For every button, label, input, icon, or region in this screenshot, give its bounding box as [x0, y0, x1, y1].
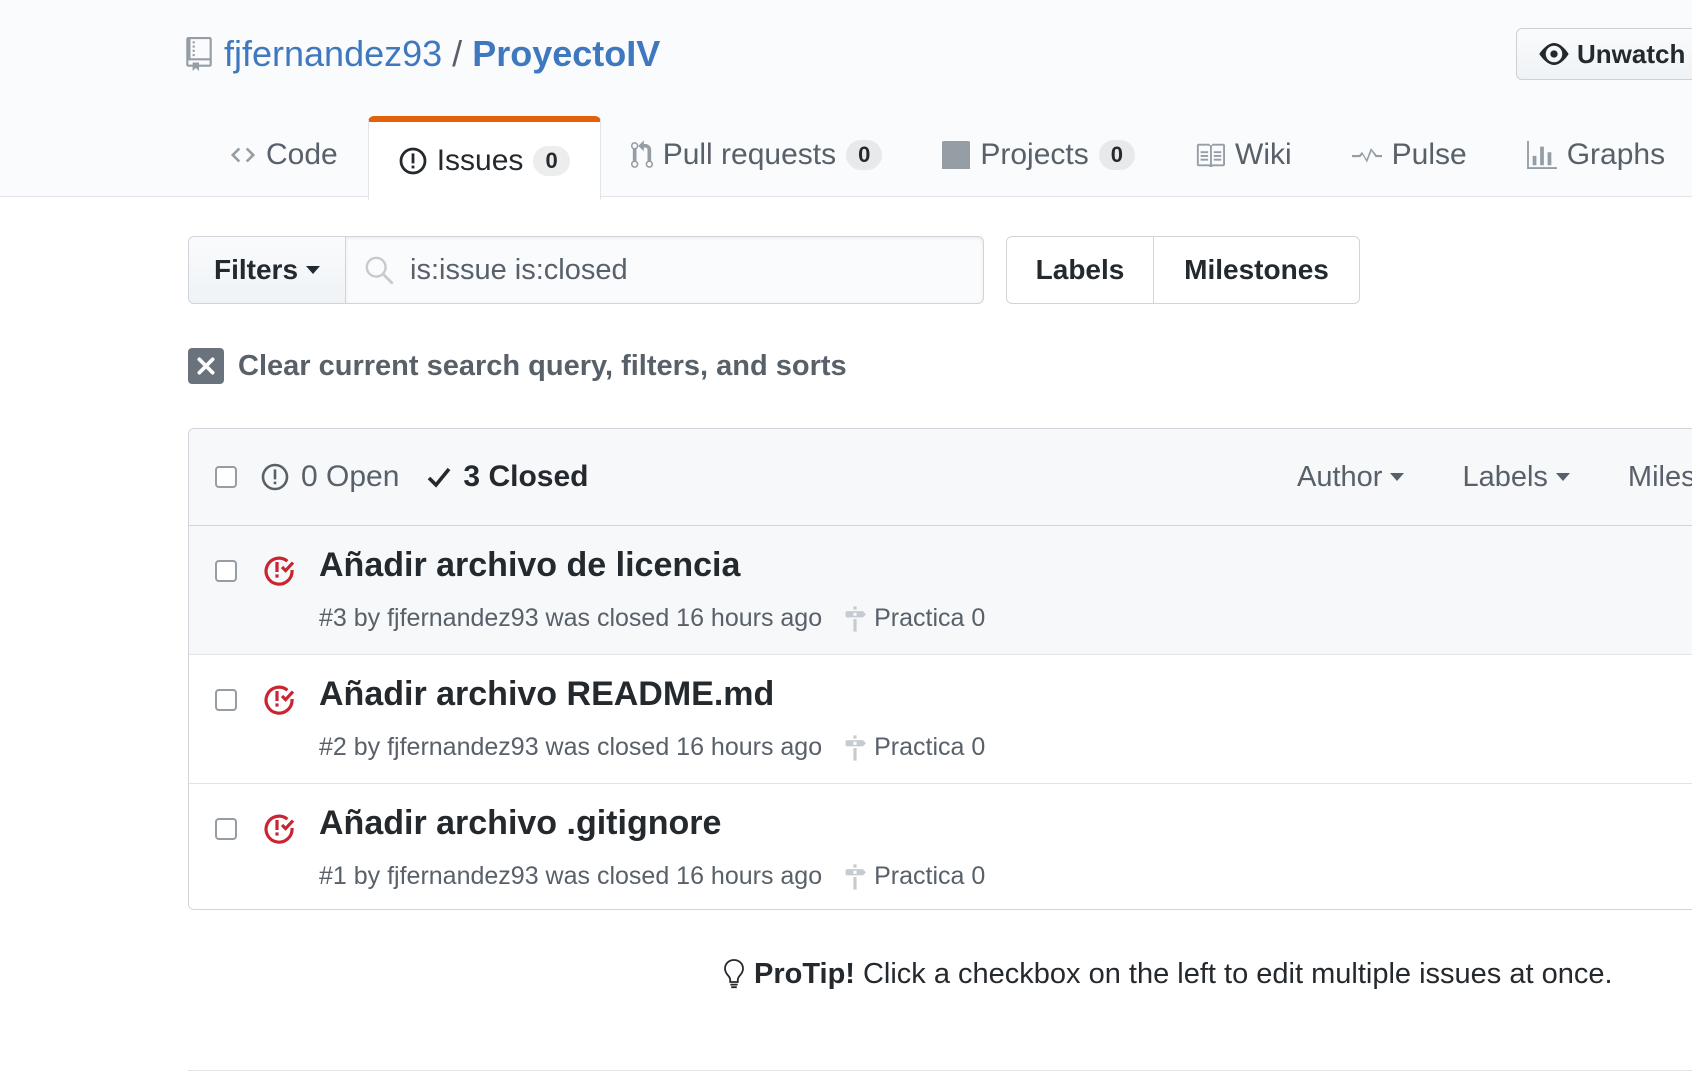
pull-requests-counter: 0 — [846, 140, 883, 170]
git-pull-request-icon — [630, 140, 653, 168]
tab-pull-requests-label: Pull requests — [662, 138, 837, 171]
repo-title: fjfernandez93 / ProyectoIV — [186, 28, 660, 80]
milestones-filter-label: Miles — [1627, 460, 1692, 493]
filters-label: Filters — [213, 254, 299, 285]
search-input[interactable] — [408, 252, 952, 288]
protip-label: ProTip! — [754, 957, 855, 990]
tab-graphs-label: Graphs — [1566, 138, 1666, 171]
filters-dropdown-button[interactable]: Filters — [188, 236, 346, 304]
protip-text: Click a checkbox on the left to edit mul… — [862, 957, 1613, 990]
projects-counter: 0 — [1098, 140, 1135, 170]
issue-closed-icon — [264, 556, 295, 586]
milestone-link[interactable]: Practica 0 — [844, 733, 985, 762]
issues-search — [346, 236, 984, 304]
milestone-label: Practica 0 — [874, 604, 986, 632]
issue-row[interactable]: Añadir archivo README.md #2 by fjfernand… — [189, 655, 1692, 784]
caret-down-icon — [1390, 473, 1405, 481]
clear-search-link[interactable]: Clear current search query, filters, and… — [188, 346, 847, 386]
issues-list-header: 0 Open 3 Closed Author Labels Miles — [189, 429, 1692, 526]
repo-path-separator: / — [452, 33, 463, 74]
issue-closed-icon — [264, 685, 295, 715]
tab-issues[interactable]: Issues 0 — [367, 116, 601, 200]
tab-code-label: Code — [266, 138, 338, 171]
tab-pulse[interactable]: Pulse — [1322, 114, 1497, 196]
milestone-label: Practica 0 — [874, 862, 986, 890]
eye-icon — [1539, 43, 1569, 65]
project-icon — [942, 141, 971, 169]
labels-button[interactable]: Labels — [1006, 236, 1154, 304]
milestones-filter-dropdown[interactable]: Miles — [1628, 461, 1692, 494]
issues-counter: 0 — [533, 145, 570, 176]
caret-down-icon — [306, 266, 321, 274]
labels-milestones-group: Labels Milestones — [1006, 236, 1360, 304]
caret-down-icon — [1555, 473, 1570, 481]
issue-checkbox[interactable] — [215, 818, 237, 840]
issue-title-link[interactable]: Añadir archivo README.md — [319, 675, 774, 714]
issue-closed-icon — [264, 814, 295, 844]
tab-projects-label: Projects — [980, 138, 1089, 171]
issue-checkbox[interactable] — [215, 560, 237, 582]
unwatch-label: Unwatch — [1577, 38, 1686, 69]
protip: ProTip! Click a checkbox on the left to … — [722, 952, 1613, 996]
open-issues-link[interactable]: 0 Open — [261, 460, 399, 494]
repo-icon — [186, 37, 212, 71]
milestone-label: Practica 0 — [874, 733, 986, 761]
issue-checkbox[interactable] — [215, 689, 237, 711]
issue-meta: #1 by fjfernandez93 was closed 16 hours … — [319, 862, 985, 891]
closed-issues-link[interactable]: 3 Closed — [427, 460, 588, 494]
book-icon — [1196, 143, 1225, 167]
closed-issues-label: 3 Closed — [463, 460, 589, 493]
issue-title-link[interactable]: Añadir archivo de licencia — [319, 546, 740, 585]
issue-opened-icon — [261, 463, 289, 491]
issue-meta-text: #2 by fjfernandez93 was closed 16 hours … — [319, 733, 823, 761]
select-all-checkbox[interactable] — [215, 466, 237, 488]
tab-wiki-label: Wiki — [1235, 138, 1292, 171]
issue-meta: #2 by fjfernandez93 was closed 16 hours … — [319, 733, 985, 762]
pulse-icon — [1351, 148, 1382, 163]
repo-nav: Code Issues 0 Pull requests 0 Projects 0… — [200, 114, 1692, 200]
repo-header: fjfernandez93 / ProyectoIV Unwatch Code … — [0, 0, 1692, 200]
tab-projects[interactable]: Projects 0 — [912, 114, 1165, 196]
issue-meta-text: #3 by fjfernandez93 was closed 16 hours … — [319, 604, 823, 632]
issue-state-tabs: 0 Open 3 Closed — [261, 429, 588, 525]
issue-meta-text: #1 by fjfernandez93 was closed 16 hours … — [319, 862, 823, 890]
author-filter-label: Author — [1297, 460, 1383, 493]
tab-pulse-label: Pulse — [1391, 138, 1467, 171]
issue-opened-icon — [399, 147, 427, 174]
tab-code[interactable]: Code — [200, 114, 368, 196]
search-icon — [365, 256, 394, 285]
milestone-icon — [845, 734, 867, 761]
tab-issues-label: Issues — [436, 143, 524, 177]
milestones-button[interactable]: Milestones — [1154, 236, 1360, 304]
repo-owner-link[interactable]: fjfernandez93 — [224, 33, 442, 75]
issue-row[interactable]: Añadir archivo de licencia #3 by fjferna… — [189, 526, 1692, 655]
issue-title-link[interactable]: Añadir archivo .gitignore — [319, 804, 721, 843]
author-filter-dropdown[interactable]: Author — [1297, 460, 1405, 494]
issue-header-filters: Author Labels Miles — [1297, 429, 1692, 525]
tab-pull-requests[interactable]: Pull requests 0 — [601, 114, 913, 196]
clear-search-label: Clear current search query, filters, and… — [238, 349, 847, 382]
close-icon — [188, 348, 224, 384]
milestone-link[interactable]: Practica 0 — [844, 604, 985, 633]
issues-list-box: 0 Open 3 Closed Author Labels Miles Añad… — [188, 428, 1692, 910]
light-bulb-icon — [724, 959, 744, 989]
tab-wiki[interactable]: Wiki — [1165, 114, 1322, 196]
filters-search-group: Filters — [188, 236, 984, 304]
footer-divider — [188, 1070, 1692, 1071]
open-issues-label: 0 Open — [301, 460, 400, 493]
unwatch-button[interactable]: Unwatch — [1516, 28, 1692, 80]
labels-filter-dropdown[interactable]: Labels — [1462, 460, 1570, 494]
milestone-link[interactable]: Practica 0 — [844, 862, 985, 891]
issue-meta: #3 by fjfernandez93 was closed 16 hours … — [319, 604, 985, 633]
milestone-icon — [845, 605, 867, 632]
tab-graphs[interactable]: Graphs — [1497, 114, 1692, 196]
repo-name-link[interactable]: ProyectoIV — [472, 33, 660, 75]
check-icon — [428, 467, 451, 488]
labels-filter-label: Labels — [1462, 460, 1548, 493]
issue-row[interactable]: Añadir archivo .gitignore #1 by fjfernan… — [189, 784, 1692, 909]
graph-icon — [1526, 141, 1557, 169]
code-icon — [230, 147, 256, 163]
milestone-icon — [845, 863, 867, 890]
